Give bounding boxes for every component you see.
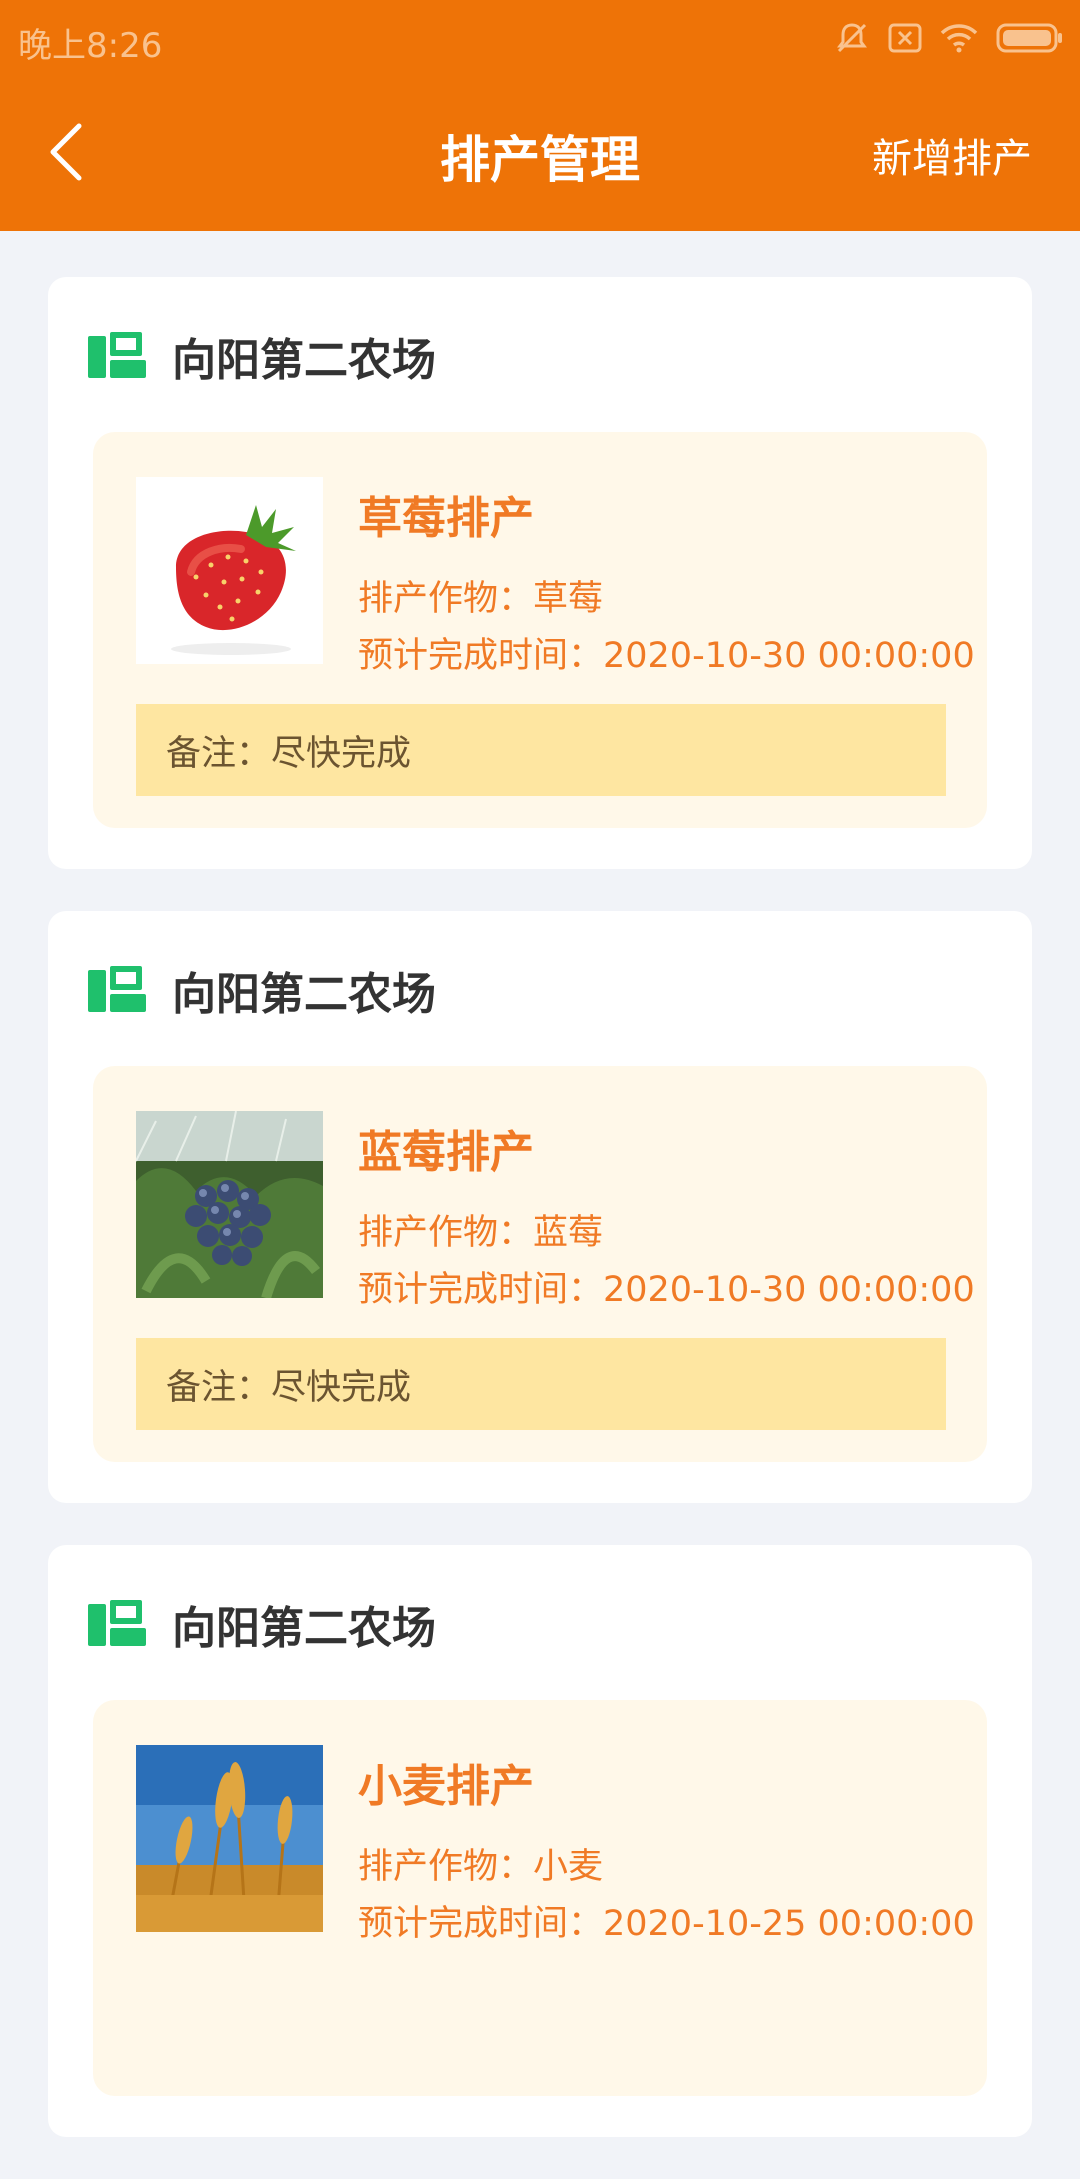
status-time: 晚上8:26	[18, 26, 163, 66]
schedule-detail: 小麦排产 排产作物：小麦 预计完成时间：2020-10-25 00:00:00	[93, 1700, 987, 2096]
mute-bell-icon	[834, 20, 870, 56]
farm-row: 向阳第二农场	[88, 1600, 436, 1654]
finish-time-label: 预计完成时间：2020-10-30 00:00:00	[358, 636, 975, 676]
add-schedule-button[interactable]: 新增排产	[872, 126, 1032, 184]
farm-name: 向阳第二农场	[172, 1603, 436, 1654]
schedule-detail: 蓝莓排产 排产作物：蓝莓 预计完成时间：2020-10-30 00:00:00 …	[93, 1066, 987, 1462]
no-sim-icon	[888, 23, 922, 53]
farm-map-icon	[88, 966, 146, 1012]
schedule-card[interactable]: 向阳第二农场	[48, 1545, 1032, 2137]
wifi-icon	[940, 22, 978, 54]
schedule-card[interactable]: 向阳第二农场	[48, 911, 1032, 1503]
farm-map-icon	[88, 332, 146, 378]
blueberry-image	[136, 1111, 323, 1298]
status-icons	[834, 18, 1064, 58]
finish-time-label: 预计完成时间：2020-10-25 00:00:00	[358, 1904, 975, 1944]
crop-image	[136, 1111, 323, 1298]
wheat-image	[136, 1745, 323, 1932]
remark-box: 备注：尽快完成	[136, 1338, 946, 1430]
crop-image	[136, 1745, 323, 1932]
schedule-title: 蓝莓排产	[358, 1127, 534, 1178]
crop-label: 排产作物：草莓	[358, 579, 604, 619]
farm-row: 向阳第二农场	[88, 332, 436, 386]
remark-box: 备注：尽快完成	[136, 704, 946, 796]
app-header: 晚上8:26 排产管理 新增排产	[0, 0, 1080, 231]
nav-bar: 排产管理 新增排产	[0, 76, 1080, 231]
farm-map-icon	[88, 1600, 146, 1646]
battery-icon	[996, 22, 1064, 54]
crop-label: 排产作物：小麦	[358, 1847, 604, 1887]
schedule-detail: 草莓排产 排产作物：草莓 预计完成时间：2020-10-30 00:00:00 …	[93, 432, 987, 828]
schedule-title: 草莓排产	[358, 493, 534, 544]
farm-row: 向阳第二农场	[88, 966, 436, 1020]
strawberry-image	[136, 477, 323, 664]
crop-image	[136, 477, 323, 664]
schedule-title: 小麦排产	[358, 1761, 534, 1812]
farm-name: 向阳第二农场	[172, 969, 436, 1020]
farm-name: 向阳第二农场	[172, 335, 436, 386]
finish-time-label: 预计完成时间：2020-10-30 00:00:00	[358, 1270, 975, 1310]
schedule-list: 向阳第二农场 草莓排产 排产作物：草莓 预计完成时间：2020-10-30 00…	[48, 277, 1032, 2179]
crop-label: 排产作物：蓝莓	[358, 1213, 604, 1253]
schedule-card[interactable]: 向阳第二农场 草莓排产 排产作物：草莓 预计完成时间：2020-10-30 00…	[48, 277, 1032, 869]
status-bar: 晚上8:26	[0, 0, 1080, 76]
